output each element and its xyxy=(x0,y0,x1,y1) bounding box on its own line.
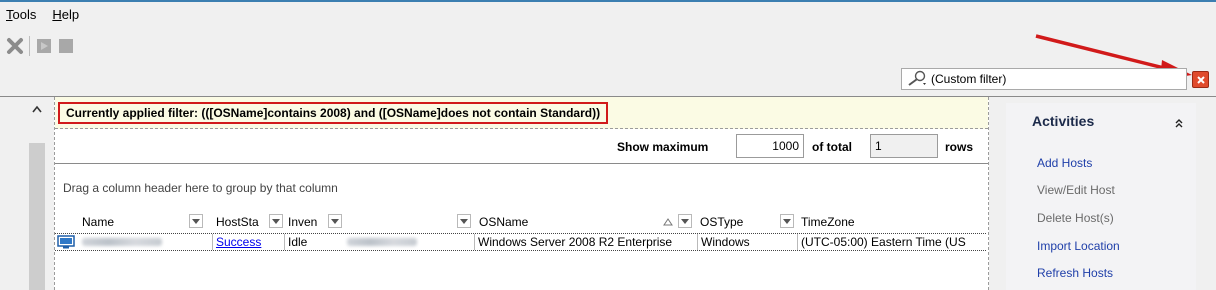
rows-limit-bar: Show maximum 1000 of total 1 rows xyxy=(55,130,988,164)
toolbar-separator xyxy=(29,36,30,56)
toolbar xyxy=(4,34,77,58)
column-header-os-type[interactable]: OSType xyxy=(700,212,743,232)
search-filter-icon xyxy=(906,70,928,89)
clear-filter-icon xyxy=(1196,75,1205,84)
cell-inventory: Idle xyxy=(284,234,344,250)
show-maximum-label: Show maximum xyxy=(617,140,709,154)
cell-os-type: Windows xyxy=(697,234,797,250)
import-location-link[interactable]: Import Location xyxy=(1037,239,1120,253)
filter-value: (Custom filter) xyxy=(931,72,1007,86)
stop-icon[interactable] xyxy=(55,35,77,57)
column-filter-dropdown-icon[interactable] xyxy=(780,214,794,228)
right-pane: Activities Add Hosts View/Edit Host Dele… xyxy=(996,97,1216,290)
menu-bar: Tools Help xyxy=(0,4,87,26)
window-top-border xyxy=(0,0,1216,2)
menu-help-label: elp xyxy=(61,7,80,22)
activities-panel: Activities Add Hosts View/Edit Host Dele… xyxy=(1006,103,1196,290)
scrollbar-thumb[interactable] xyxy=(29,143,45,290)
cell-col4 xyxy=(344,234,474,250)
column-filter-dropdown-icon[interactable] xyxy=(269,214,283,228)
total-rows-field: 1 xyxy=(870,134,938,158)
column-header-os-name[interactable]: OSName xyxy=(479,212,528,232)
cell-host-status[interactable]: Success xyxy=(212,234,284,250)
column-filter-dropdown-icon[interactable] xyxy=(678,214,692,228)
activities-title: Activities xyxy=(1032,113,1095,129)
table-row[interactable]: Success Idle Windows Server 2008 R2 Ente… xyxy=(55,233,986,251)
maximum-rows-input[interactable]: 1000 xyxy=(736,134,804,158)
computer-host-icon xyxy=(55,234,79,250)
vertical-scrollbar[interactable] xyxy=(27,97,47,290)
play-icon[interactable] xyxy=(33,35,55,57)
of-total-label: of total xyxy=(812,140,852,154)
cell-os-name: Windows Server 2008 R2 Enterprise xyxy=(474,234,697,250)
redacted-value xyxy=(347,238,417,246)
menu-help[interactable]: Help xyxy=(44,4,87,26)
custom-filter-box[interactable]: (Custom filter) xyxy=(901,68,1187,90)
add-hosts-link[interactable]: Add Hosts xyxy=(1037,156,1092,170)
column-filter-dropdown-icon[interactable] xyxy=(328,214,342,228)
applied-filter-banner: Currently applied filter: (([OSName]cont… xyxy=(55,97,988,129)
host-status-link[interactable]: Success xyxy=(216,235,261,249)
menu-tools[interactable]: Tools xyxy=(0,4,44,26)
menu-tools-label: ools xyxy=(12,7,37,22)
column-filter-dropdown-icon[interactable] xyxy=(457,214,471,228)
collapse-chevron-icon[interactable] xyxy=(1172,116,1186,130)
applied-filter-text: Currently applied filter: (([OSName]cont… xyxy=(58,102,609,124)
column-header-inventory[interactable]: Inven xyxy=(288,212,317,232)
scroll-up-icon[interactable] xyxy=(27,101,47,117)
sort-ascending-icon xyxy=(663,212,673,232)
hosts-grid-panel: Currently applied filter: (([OSName]cont… xyxy=(54,97,989,290)
close-x-icon[interactable] xyxy=(4,35,26,57)
column-header-host-status[interactable]: HostSta xyxy=(216,212,259,232)
clear-filter-button[interactable] xyxy=(1192,71,1209,88)
delete-hosts-link[interactable]: Delete Host(s) xyxy=(1037,211,1114,225)
view-edit-host-link[interactable]: View/Edit Host xyxy=(1037,183,1115,197)
cell-name xyxy=(79,234,212,250)
column-header-name[interactable]: Name xyxy=(82,212,114,232)
redacted-host-name xyxy=(82,238,162,246)
column-header-time-zone[interactable]: TimeZone xyxy=(801,212,855,232)
cell-time-zone: (UTC-05:00) Eastern Time (US xyxy=(797,234,986,250)
group-by-hint: Drag a column header here to group by th… xyxy=(63,181,338,195)
menu-help-mnemonic: H xyxy=(52,7,62,22)
refresh-hosts-link[interactable]: Refresh Hosts xyxy=(1037,266,1113,280)
column-filter-dropdown-icon[interactable] xyxy=(189,214,203,228)
rows-label: rows xyxy=(945,140,974,154)
